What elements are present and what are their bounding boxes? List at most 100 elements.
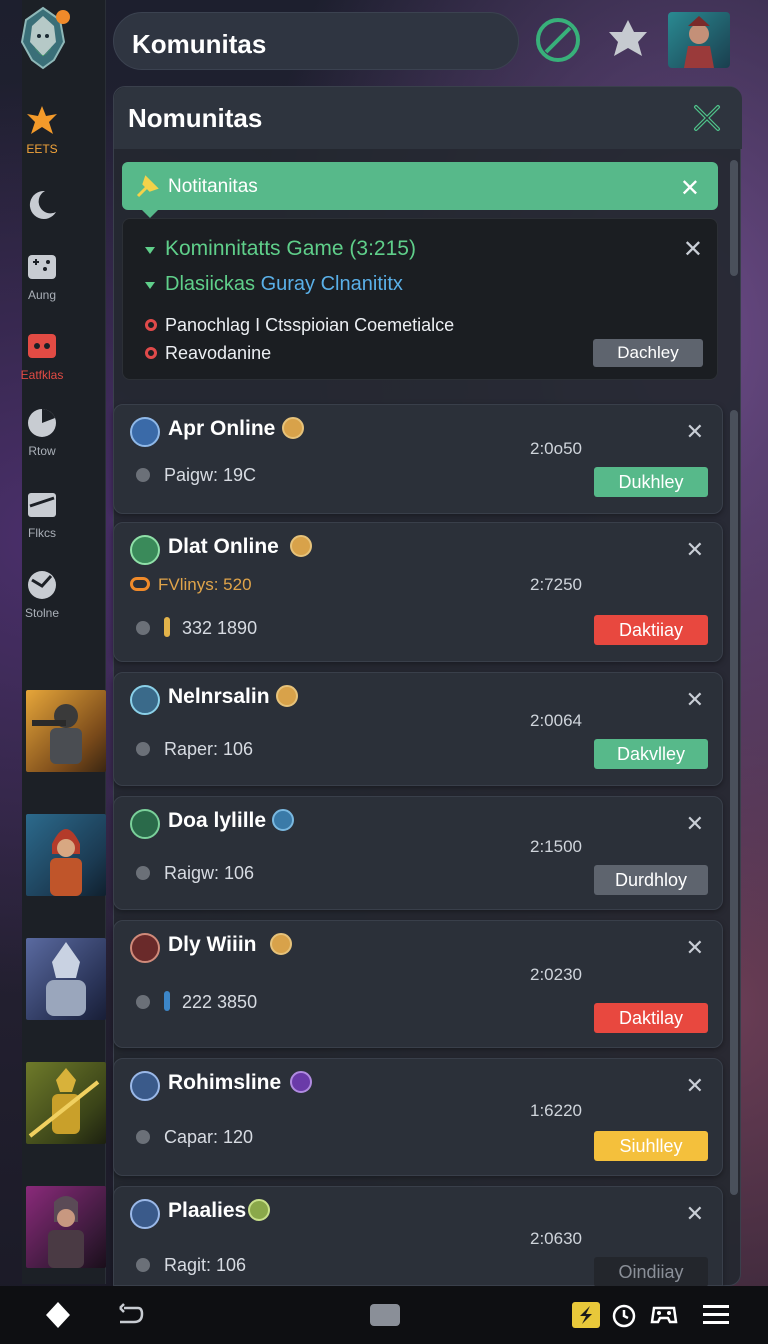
dot-icon — [136, 468, 150, 482]
item-close-button[interactable]: ✕ — [686, 537, 704, 563]
item-close-button[interactable]: ✕ — [686, 419, 704, 445]
sidebar-item-flkcs[interactable]: Flkcs — [0, 488, 84, 540]
item-action-button[interactable]: Oindiiay — [594, 1257, 708, 1287]
item-time: 2:0630 — [530, 1229, 582, 1248]
home-button-icon[interactable] — [368, 1302, 402, 1328]
dot-icon — [136, 621, 150, 635]
game-icon — [130, 417, 160, 447]
dot-icon — [136, 1130, 150, 1144]
hero-thumbnail[interactable] — [26, 814, 106, 896]
game-icon — [130, 933, 160, 963]
item-detail: Paigw: 19C — [136, 465, 256, 486]
item-action-button[interactable]: Daktilay — [594, 1003, 708, 1033]
hero-thumbnail[interactable] — [26, 690, 106, 772]
sidebar-item-eatfklas[interactable]: Eatfklas — [0, 330, 84, 382]
dot-icon — [136, 995, 150, 1009]
item-detail-text: Raper: 106 — [164, 739, 254, 759]
item-time: 2:7250 — [530, 575, 582, 594]
level-icon — [164, 991, 170, 1011]
item-detail: Capar: 120 — [136, 1127, 253, 1148]
list-item[interactable]: Dlat Online FVlinys: 520 332 1890 2:7250… — [113, 522, 723, 662]
item-action-button[interactable]: Daktiiay — [594, 615, 708, 645]
item-detail-text: Paigw: 19C — [164, 465, 257, 485]
star-icon[interactable] — [604, 16, 652, 64]
notification-close-button[interactable]: ✕ — [680, 174, 700, 203]
list-item[interactable]: Rohimsline Capar: 120 1:6220 ✕ Siuhlley — [113, 1058, 723, 1176]
sidebar-item-label: Rtow — [28, 444, 56, 458]
block-icon[interactable] — [534, 16, 582, 64]
hero-thumbnail[interactable] — [26, 1062, 106, 1144]
popup-close-button[interactable]: ✕ — [683, 235, 703, 264]
badge-icon — [248, 1199, 270, 1221]
scrollbar[interactable] — [730, 410, 738, 1195]
item-time: 2:0064 — [530, 711, 582, 730]
item-detail: Raper: 106 — [136, 739, 253, 760]
back-icon[interactable] — [114, 1300, 146, 1330]
level-icon — [164, 617, 170, 637]
sidebar-item-stolne[interactable]: Stolne — [0, 568, 84, 620]
close-icon[interactable] — [690, 101, 724, 135]
notification-text: Notitanitas — [168, 176, 258, 197]
list-item[interactable]: Doa lylille Raigw: 106 2:1500 ✕ Durdhloy — [113, 796, 723, 910]
sidebar-item-label: Eatfklas — [20, 368, 64, 382]
moon-icon — [29, 190, 56, 219]
pie-chart-icon — [28, 409, 56, 437]
game-icon — [130, 685, 160, 715]
item-time: 2:0230 — [530, 965, 582, 984]
hero-thumbnail[interactable] — [26, 938, 106, 1020]
item-close-button[interactable]: ✕ — [686, 1073, 704, 1099]
menu-icon[interactable] — [700, 1300, 732, 1330]
sidebar-item-rtow[interactable]: Rtow — [0, 406, 84, 458]
list-item[interactable]: Dly Wiiin 222 3850 2:0230 ✕ Daktilay — [113, 920, 723, 1048]
item-name: Dlat Online — [168, 535, 279, 558]
globe-icon — [28, 571, 56, 599]
flame-icon — [27, 106, 57, 134]
item-action-button[interactable]: Dakvlley — [594, 739, 708, 769]
badge-icon — [282, 417, 304, 439]
game-icon — [130, 535, 160, 565]
search-bar[interactable]: Komunitas — [113, 12, 519, 70]
user-avatar[interactable] — [668, 12, 730, 68]
flash-icon[interactable] — [570, 1300, 602, 1330]
sidebar-item-label: EETS — [26, 142, 58, 156]
game-icon — [130, 1199, 160, 1229]
gamepad-icon[interactable] — [648, 1300, 680, 1330]
sidebar-item-moon[interactable] — [0, 188, 84, 222]
sidebar-item-eets[interactable]: EETS — [0, 104, 84, 156]
item-detail: 222 3850 — [136, 991, 257, 1013]
list-item[interactable]: Plaalies Ragit: 106 2:0630 ✕ Oindiiay — [113, 1186, 723, 1287]
notification-banner[interactable]: Notitanitas ✕ — [122, 162, 718, 210]
item-close-button[interactable]: ✕ — [686, 687, 704, 713]
item-action-button[interactable]: Dukhley — [594, 467, 708, 497]
item-detail: Raigw: 106 — [136, 863, 254, 884]
item-name: Apr Online — [168, 417, 276, 440]
pin-icon — [136, 175, 159, 198]
item-action-button[interactable]: Siuhlley — [594, 1131, 708, 1161]
scrollbar[interactable] — [730, 160, 738, 276]
popup-subtitle: Dlasiickas Guray Clnanititx — [165, 273, 403, 296]
panel-header: Nomunitas — [114, 87, 742, 149]
item-time: 2:0o50 — [530, 439, 582, 458]
item-close-button[interactable]: ✕ — [686, 935, 704, 961]
expand-icon[interactable] — [145, 247, 155, 254]
list-item[interactable]: Nelnrsalin Raper: 106 2:0064 ✕ Dakvlley — [113, 672, 723, 786]
item-name: Plaalies — [168, 1199, 247, 1222]
app-logo[interactable] — [14, 6, 72, 70]
item-close-button[interactable]: ✕ — [686, 811, 704, 837]
item-subtitle: FVlinys: 520 — [130, 575, 252, 595]
popup-action-button[interactable]: Dachley — [593, 339, 703, 367]
home-diamond-icon[interactable] — [42, 1300, 74, 1330]
expand-icon[interactable] — [145, 282, 155, 289]
item-detail: 332 1890 — [136, 617, 257, 639]
list-item[interactable]: Apr Online Paigw: 19C 2:0o50 ✕ Dukhley — [113, 404, 723, 514]
panel-title: Nomunitas — [128, 103, 263, 133]
item-detail-text: Capar: 120 — [164, 1127, 254, 1147]
dot-icon — [136, 866, 150, 880]
item-detail-text: 332 1890 — [182, 618, 258, 638]
timer-icon[interactable] — [608, 1300, 640, 1330]
item-close-button[interactable]: ✕ — [686, 1201, 704, 1227]
hero-thumbnail[interactable] — [26, 1186, 106, 1268]
sidebar-item-aung[interactable]: Aung — [0, 250, 84, 302]
game-icon — [130, 809, 160, 839]
item-action-button[interactable]: Durdhloy — [594, 865, 708, 895]
